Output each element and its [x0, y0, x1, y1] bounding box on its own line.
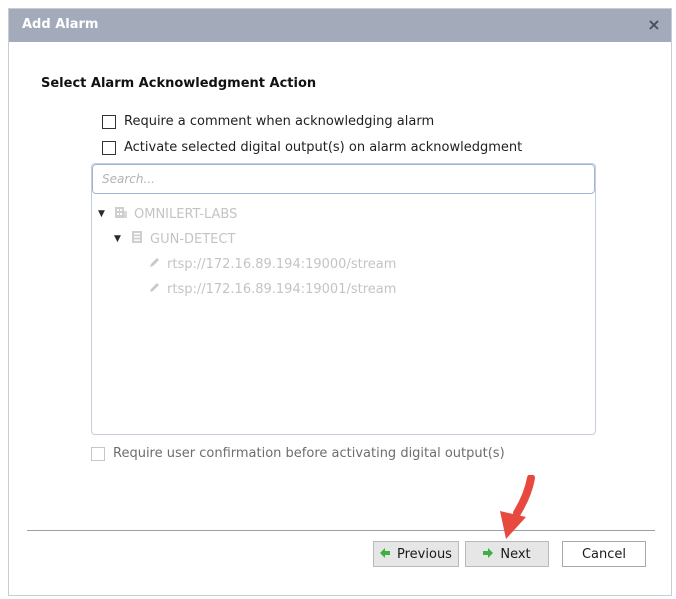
server-icon	[130, 230, 144, 248]
tree-node-stream-label: rtsp://172.16.89.194:19000/stream	[167, 257, 397, 272]
require-comment-label: Require a comment when acknowledging ala…	[124, 114, 435, 129]
annotation-arrow-icon	[500, 475, 535, 539]
activate-outputs-checkbox[interactable]	[102, 140, 116, 155]
tree-node-stream[interactable]: rtsp://172.16.89.194:19000/stream	[148, 256, 396, 273]
activate-outputs-label: Activate selected digital output(s) on a…	[124, 140, 523, 155]
require-comment-checkbox[interactable]	[102, 114, 116, 129]
require-confirmation-checkbox[interactable]	[91, 446, 105, 461]
footer-divider	[27, 530, 655, 531]
cancel-button[interactable]: Cancel	[562, 541, 646, 567]
previous-button[interactable]: Previous	[373, 541, 459, 567]
tree-node-root[interactable]: ▼ OMNILERT-LABS	[98, 205, 237, 223]
section-title: Select Alarm Acknowledgment Action	[41, 76, 317, 91]
next-button-label: Next	[500, 546, 531, 562]
tree-node-stream-label: rtsp://172.16.89.194:19001/stream	[167, 282, 397, 297]
activate-outputs-option[interactable]: Activate selected digital output(s) on a…	[102, 140, 522, 155]
add-alarm-dialog: Add Alarm × Select Alarm Acknowledgment …	[8, 8, 672, 596]
caret-down-icon[interactable]: ▼	[114, 234, 124, 244]
tree-node-server[interactable]: ▼ GUN-DETECT	[114, 230, 235, 248]
dialog-title: Add Alarm	[22, 17, 99, 32]
digital-output-tree: ▼ OMNILERT-LABS ▼	[91, 163, 596, 435]
tree-node-stream[interactable]: rtsp://172.16.89.194:19001/stream	[148, 281, 396, 298]
cancel-button-label: Cancel	[581, 546, 627, 562]
caret-down-icon[interactable]: ▼	[98, 209, 108, 219]
require-comment-option[interactable]: Require a comment when acknowledging ala…	[102, 114, 434, 129]
pencil-icon	[148, 281, 161, 298]
arrow-right-icon	[483, 547, 494, 562]
pencil-icon	[148, 256, 161, 273]
next-button[interactable]: Next	[465, 541, 549, 567]
building-icon	[114, 205, 128, 223]
tree-node-root-label: OMNILERT-LABS	[134, 206, 238, 222]
previous-button-label: Previous	[397, 546, 452, 562]
require-confirmation-label: Require user confirmation before activat…	[113, 446, 505, 461]
dialog-titlebar: Add Alarm ×	[9, 9, 671, 42]
require-confirmation-option[interactable]: Require user confirmation before activat…	[91, 446, 505, 461]
tree-node-server-label: GUN-DETECT	[150, 231, 236, 247]
search-input[interactable]	[92, 164, 595, 194]
arrow-left-icon	[380, 547, 391, 562]
close-icon[interactable]: ×	[645, 16, 663, 34]
